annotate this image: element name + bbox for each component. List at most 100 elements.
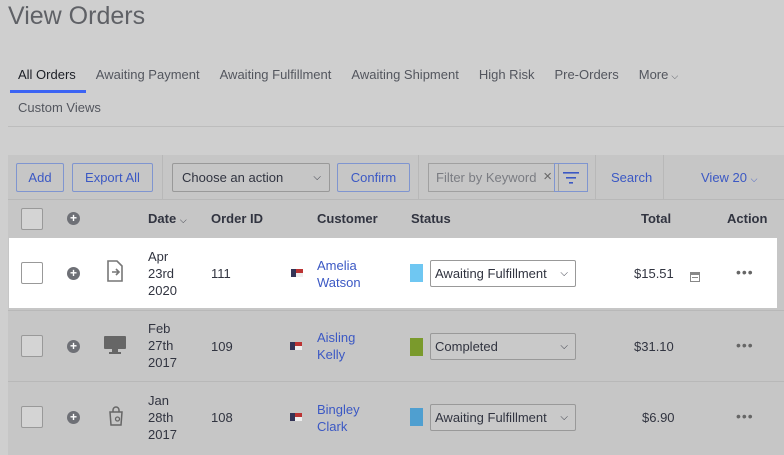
status-color-chip [410, 264, 423, 282]
status-select[interactable]: Awaiting Fulfillment ⌵ [430, 404, 576, 431]
status-value: Completed [435, 339, 498, 354]
bulk-action-value: Choose an action [182, 170, 284, 185]
view-count-select[interactable]: View 20 ⌵ [701, 170, 757, 185]
order-date-day: 28th [148, 410, 174, 425]
order-date: Feb 27th 2017 [148, 320, 177, 371]
column-status: Status [411, 211, 451, 226]
tab-awaiting-payment[interactable]: Awaiting Payment [86, 60, 210, 93]
clear-icon[interactable]: × [543, 168, 552, 185]
status-color-chip [410, 408, 423, 426]
keyword-filter-placeholder: Filter by Keyword [436, 170, 537, 185]
expand-row-icon[interactable]: + [67, 267, 80, 280]
order-date: Jan 28th 2017 [148, 392, 177, 443]
order-date-month: Feb [148, 321, 171, 336]
search-button[interactable]: Search [611, 170, 652, 185]
chevron-down-icon: ⌵ [313, 172, 321, 183]
order-date-month: Apr [148, 249, 169, 264]
status-select[interactable]: Awaiting Fulfillment ⌵ [430, 260, 576, 287]
filter-icon [563, 171, 579, 184]
chevron-down-icon: ⌵ [750, 174, 758, 184]
order-id: 111 [211, 266, 231, 281]
toolbar-divider [418, 155, 419, 200]
confirm-button[interactable]: Confirm [337, 163, 410, 192]
customer-last-name: Watson [317, 275, 361, 290]
filter-button[interactable] [554, 163, 588, 192]
order-date-year: 2020 [148, 283, 177, 298]
expand-row-icon[interactable]: + [67, 340, 80, 353]
customer-first-name: Aisling [317, 330, 356, 345]
row-checkbox[interactable] [21, 406, 43, 428]
table-header: + Date ⌵ Order ID Customer Status Total … [8, 200, 784, 238]
expand-all-icon[interactable]: + [67, 212, 80, 225]
order-date-day: 23rd [148, 266, 175, 281]
chevron-down-icon: ⌵ [560, 412, 568, 423]
select-all-checkbox[interactable] [21, 208, 43, 230]
customer-first-name: Bingley [317, 402, 360, 417]
order-date-day: 27th [148, 338, 174, 353]
more-actions-icon[interactable]: ••• [736, 337, 754, 353]
table-row[interactable]: + Apr 23rd 2020 111 Amelia Watson Awaiti… [9, 238, 777, 308]
column-customer: Customer [317, 211, 378, 226]
orders-toolbar: Add Export All Choose an action ⌵ Confir… [8, 155, 784, 200]
chevron-down-icon: ⌵ [671, 71, 679, 81]
tab-awaiting-fulfillment[interactable]: Awaiting Fulfillment [210, 60, 342, 93]
order-date-year: 2017 [148, 355, 177, 370]
column-order-id: Order ID [211, 211, 264, 226]
tab-pre-orders[interactable]: Pre-Orders [544, 60, 628, 93]
chevron-down-icon: ⌵ [560, 268, 568, 279]
order-tabs: All Orders Awaiting Payment Awaiting Ful… [8, 60, 784, 127]
toolbar-divider [663, 155, 664, 200]
status-color-chip [410, 338, 423, 356]
row-checkbox[interactable] [21, 262, 43, 284]
order-id: 109 [211, 339, 233, 354]
order-total: $15.51 [634, 266, 674, 281]
sort-by-date[interactable]: Date ⌵ [148, 211, 187, 226]
us-flag-icon [290, 342, 302, 350]
status-value: Awaiting Fulfillment [435, 266, 547, 281]
table-row[interactable]: + Feb 27th 2017 109 Aisling Kelly Comple… [8, 310, 784, 380]
view-count-label: View 20 [701, 170, 748, 185]
status-select[interactable]: Completed ⌵ [430, 333, 576, 360]
manual-order-icon [107, 260, 123, 282]
tab-more-label: More [638, 67, 669, 82]
order-date-year: 2017 [148, 427, 177, 442]
tab-high-risk[interactable]: High Risk [469, 60, 545, 93]
export-all-button[interactable]: Export All [72, 163, 153, 192]
chevron-down-icon: ⌵ [560, 341, 568, 352]
order-date-month: Jan [148, 393, 169, 408]
customer-link[interactable]: Bingley Clark [317, 401, 360, 435]
more-actions-icon[interactable]: ••• [736, 264, 754, 280]
bulk-action-select[interactable]: Choose an action ⌵ [172, 163, 330, 192]
column-action: Action [727, 211, 768, 226]
order-total: $31.10 [634, 339, 674, 354]
us-flag-icon [290, 413, 302, 421]
order-total: $6.90 [642, 410, 675, 425]
order-id: 108 [211, 410, 233, 425]
page-title: View Orders [8, 2, 146, 30]
us-flag-icon [291, 269, 303, 277]
expand-row-icon[interactable]: + [67, 411, 80, 424]
toolbar-divider [162, 155, 163, 200]
more-actions-icon[interactable]: ••• [736, 408, 754, 424]
order-date: Apr 23rd 2020 [148, 248, 177, 299]
tab-all-orders[interactable]: All Orders [8, 60, 86, 93]
row-checkbox[interactable] [21, 335, 43, 357]
tab-custom-views[interactable]: Custom Views [8, 93, 111, 126]
desktop-icon [104, 336, 126, 354]
customer-link[interactable]: Amelia Watson [317, 257, 361, 291]
customer-last-name: Kelly [317, 347, 346, 362]
tab-more[interactable]: More ⌵ [629, 60, 688, 93]
tab-awaiting-shipment[interactable]: Awaiting Shipment [341, 60, 468, 93]
shopping-bag-icon [109, 406, 123, 426]
column-total: Total [641, 211, 672, 226]
customer-link[interactable]: Aisling Kelly [317, 329, 355, 363]
calendar-icon[interactable] [690, 271, 700, 282]
keyword-filter-input[interactable]: Filter by Keyword × [428, 163, 559, 192]
add-button[interactable]: Add [16, 163, 64, 192]
customer-first-name: Amelia [317, 258, 357, 273]
column-date: Date [148, 211, 177, 226]
sort-chevron-icon: ⌵ [179, 215, 187, 225]
customer-last-name: Clark [317, 419, 348, 434]
toolbar-divider [595, 155, 596, 200]
table-row[interactable]: + Jan 28th 2017 108 Bingley Clark Awaiti… [8, 381, 784, 455]
